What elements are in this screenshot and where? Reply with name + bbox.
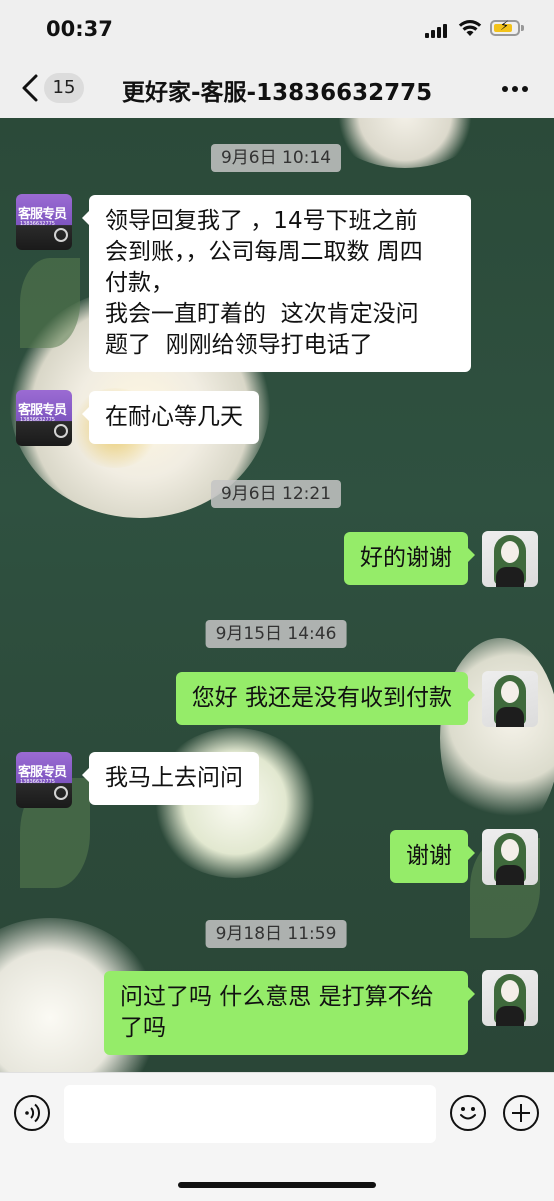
outgoing-message-bubble[interactable]: 您好 我还是没有收到付款 <box>175 672 476 725</box>
message-text-input[interactable] <box>64 1085 436 1143</box>
outgoing-message-bubble[interactable]: 谢谢 <box>390 830 475 883</box>
emoji-icon[interactable] <box>450 1095 486 1131</box>
incoming-message-bubble[interactable]: 我马上去问问 <box>82 752 259 805</box>
outgoing-message-bubble[interactable]: 好的谢谢 <box>344 532 475 585</box>
background-leaf <box>20 258 80 348</box>
customer-service-avatar[interactable]: 客服专员 13836632775 <box>16 194 72 250</box>
chat-header: 15 更好家-客服-13836632775 <box>0 58 554 118</box>
my-avatar[interactable] <box>482 970 538 1026</box>
add-more-icon[interactable] <box>503 1095 539 1131</box>
unread-count-badge[interactable]: 15 <box>44 73 84 103</box>
more-options-icon[interactable] <box>500 86 530 94</box>
incoming-message-bubble[interactable]: 领导回复我了 ，14号下班之前 会到账，，公司每周二取数 周四 付款， 我会一直… <box>82 195 471 372</box>
chat-title: 更好家-客服-13836632775 <box>122 80 433 106</box>
status-bar: 00:37 ⚡ <box>0 0 554 58</box>
my-avatar[interactable] <box>482 671 538 727</box>
background-flower <box>330 118 480 168</box>
background-flower <box>440 638 554 838</box>
outgoing-message-bubble[interactable]: 问过了吗 什么意思 是打算不给 了吗 <box>104 971 475 1055</box>
cellular-signal-icon <box>425 22 451 38</box>
my-avatar[interactable] <box>482 531 538 587</box>
chat-messages-area[interactable]: 9月6日 10:14 客服专员 13836632775 领导回复我了 ，14号下… <box>0 118 554 1072</box>
my-avatar[interactable] <box>482 829 538 885</box>
message-timestamp: 9月6日 10:14 <box>210 144 342 172</box>
message-timestamp: 9月6日 12:21 <box>210 480 342 508</box>
incoming-message-bubble[interactable]: 在耐心等几天 <box>82 391 259 444</box>
wifi-icon <box>458 20 482 36</box>
battery-icon: ⚡ <box>490 19 520 36</box>
voice-input-icon[interactable] <box>14 1095 50 1131</box>
status-time: 00:37 <box>46 17 113 41</box>
message-timestamp: 9月18日 11:59 <box>205 920 347 948</box>
message-timestamp: 9月15日 14:46 <box>205 620 347 648</box>
back-chevron-icon[interactable] <box>16 72 46 104</box>
home-indicator[interactable] <box>178 1182 376 1188</box>
customer-service-avatar[interactable]: 客服专员 13836632775 <box>16 390 72 446</box>
customer-service-avatar[interactable]: 客服专员 13836632775 <box>16 752 72 808</box>
